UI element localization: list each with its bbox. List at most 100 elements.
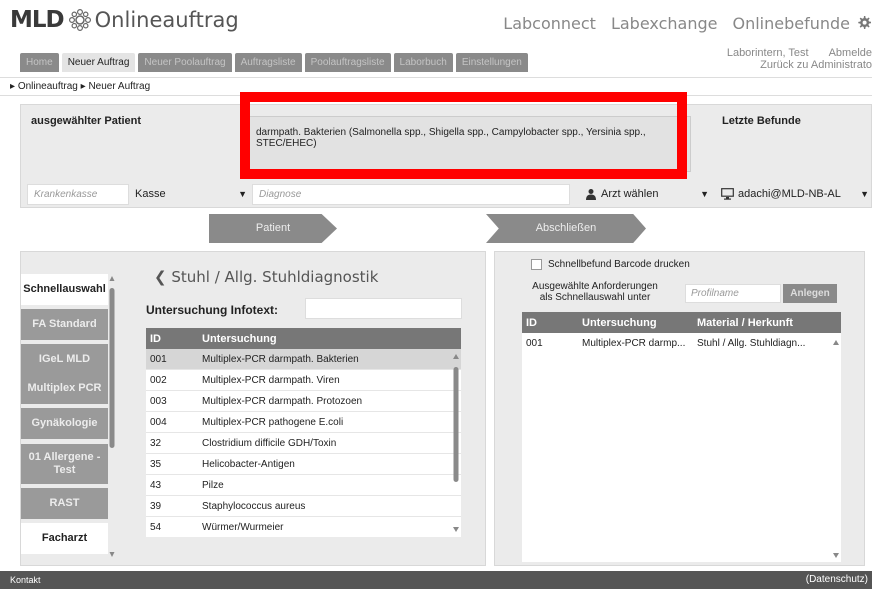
logo[interactable]: MLD Onlineauftrag bbox=[10, 5, 239, 35]
chevron-down-icon: ▼ bbox=[700, 189, 709, 199]
progress-steps: Patient Abschließen bbox=[0, 214, 872, 243]
table-row[interactable]: 004 Multiplex-PCR pathogene E.coli bbox=[146, 412, 461, 433]
row-name: Staphylococcus aureus bbox=[202, 500, 306, 512]
top-links: Labconnect Labexchange Onlinebefunde bbox=[503, 14, 850, 33]
tab-auftragsliste[interactable]: Auftragsliste bbox=[234, 53, 302, 72]
step-patient[interactable]: Patient bbox=[209, 214, 337, 243]
arzt-value: Arzt wählen bbox=[601, 188, 659, 200]
sidebar-item-facharzt[interactable]: Facharzt bbox=[21, 523, 108, 554]
table-header: ID Untersuchung Material / Herkunft bbox=[522, 312, 841, 333]
sidebar-item-multiplex-pcr[interactable]: Multiplex PCR bbox=[21, 373, 108, 404]
row-name: Multiplex-PCR pathogene E.coli bbox=[202, 416, 344, 428]
selection-scrollbar[interactable] bbox=[831, 336, 841, 562]
breadcrumb: ▸ Onlineauftrag ▸ Neuer Auftrag bbox=[0, 77, 872, 96]
patient-title: ausgewählter Patient bbox=[31, 115, 142, 127]
save-as-quickselect-label: Ausgewählte Anforderungen als Schnellaus… bbox=[532, 281, 658, 303]
row-name: Würmer/Wurmeier bbox=[202, 521, 284, 533]
diagnosis-textbox[interactable]: darmpath. Bakterien (Salmonella spp., Sh… bbox=[247, 116, 691, 172]
table-header: ID Untersuchung bbox=[146, 328, 461, 349]
tab-neuer-poolauftrag[interactable]: Neuer Poolauftrag bbox=[138, 53, 232, 72]
main-tabs: Home Neuer Auftrag Neuer Poolauftrag Auf… bbox=[20, 53, 528, 72]
tab-neuer-auftrag[interactable]: Neuer Auftrag bbox=[61, 53, 136, 72]
row-id: 35 bbox=[150, 458, 162, 470]
app-name: Onlineauftrag bbox=[94, 8, 239, 32]
infotext-input[interactable] bbox=[305, 298, 462, 319]
row-name: Clostridium difficile GDH/Toxin bbox=[202, 437, 337, 449]
user-name: Laborintern, Test bbox=[726, 47, 809, 59]
table-row[interactable]: 43 Pilze bbox=[146, 475, 461, 496]
category-title-text: Stuhl / Allg. Stuhldiagnostik bbox=[171, 268, 379, 286]
col-untersuchung: Untersuchung bbox=[582, 316, 657, 329]
table-row[interactable]: 003 Multiplex-PCR darmpath. Protozoen bbox=[146, 391, 461, 412]
table-row[interactable]: 35 Helicobacter-Antigen bbox=[146, 454, 461, 475]
table-row[interactable]: 001 Multiplex-PCR darmpath. Bakterien bbox=[146, 349, 461, 370]
link-onlinebefunde[interactable]: Onlinebefunde bbox=[732, 14, 850, 33]
patient-panel: ausgewählter Patient darmpath. Bakterien… bbox=[20, 104, 872, 208]
logout-link[interactable]: Abmelde bbox=[829, 47, 872, 59]
sidebar-item-fa-standard[interactable]: FA Standard bbox=[21, 309, 108, 340]
monitor-icon bbox=[721, 188, 734, 200]
table-row[interactable]: 001 Multiplex-PCR darmp... Stuhl / Allg.… bbox=[522, 333, 841, 354]
table-row[interactable]: 54 Würmer/Wurmeier bbox=[146, 517, 461, 537]
row-material: Stuhl / Allg. Stuhldiagn... bbox=[697, 338, 806, 349]
link-labconnect[interactable]: Labconnect bbox=[503, 14, 596, 33]
row-id: 003 bbox=[150, 395, 167, 407]
gear-icon[interactable] bbox=[856, 15, 872, 31]
network-logo-icon bbox=[68, 8, 91, 32]
breadcrumb-arrow-icon: ▸ bbox=[80, 81, 86, 92]
row-id: 004 bbox=[150, 416, 167, 428]
chevron-down-icon: ▼ bbox=[860, 189, 869, 199]
link-labexchange[interactable]: Labexchange bbox=[611, 14, 718, 33]
anlegen-button[interactable]: Anlegen bbox=[783, 284, 837, 303]
table-row[interactable]: 32 Clostridium difficile GDH/Toxin bbox=[146, 433, 461, 454]
tab-poolauftragsliste[interactable]: Poolauftragsliste bbox=[304, 53, 391, 72]
arzt-select[interactable]: Arzt wählen ▼ bbox=[585, 184, 709, 205]
row-name: Pilze bbox=[202, 479, 224, 491]
barcode-checkbox[interactable] bbox=[531, 259, 542, 270]
footer: Kontakt (Datenschutz) bbox=[0, 571, 872, 589]
category-title[interactable]: ❮ Stuhl / Allg. Stuhldiagnostik bbox=[154, 268, 378, 286]
row-name: Multiplex-PCR darmpath. Viren bbox=[202, 374, 340, 386]
sidebar-item-gynaekologie[interactable]: Gynäkologie bbox=[21, 408, 108, 439]
breadcrumb-item-onlineauftrag[interactable]: Onlineauftrag bbox=[18, 81, 78, 92]
examination-table: ID Untersuchung 001 Multiplex-PCR darmpa… bbox=[146, 328, 461, 537]
sidebar-item-igel-mld[interactable]: IGeL MLD bbox=[21, 344, 108, 375]
kasse-select[interactable]: Kasse ▼ bbox=[135, 184, 247, 205]
step-abschliessen[interactable]: Abschließen bbox=[486, 214, 646, 243]
back-chevron-icon[interactable]: ❮ bbox=[154, 268, 167, 286]
device-select[interactable]: adachi@MLD-NB-AL ▼ bbox=[721, 184, 869, 205]
device-value: adachi@MLD-NB-AL bbox=[738, 188, 841, 200]
row-id: 39 bbox=[150, 500, 162, 512]
logo-text: MLD bbox=[10, 7, 65, 33]
table-row[interactable]: 002 Multiplex-PCR darmpath. Viren bbox=[146, 370, 461, 391]
tab-laborbuch[interactable]: Laborbuch bbox=[393, 53, 453, 72]
datenschutz-link[interactable]: (Datenschutz) bbox=[806, 571, 868, 589]
table-row[interactable]: 39 Staphylococcus aureus bbox=[146, 496, 461, 517]
selected-requests-table: ID Untersuchung Material / Herkunft 001 … bbox=[522, 312, 841, 562]
table-scrollbar[interactable] bbox=[451, 349, 461, 537]
app-header: MLD Onlineauftrag Labconnect Labexchange… bbox=[0, 0, 872, 40]
breadcrumb-item-neuer-auftrag[interactable]: Neuer Auftrag bbox=[88, 81, 150, 92]
row-id: 001 bbox=[526, 338, 543, 349]
selection-panel: Schnellbefund Barcode drucken Ausgewählt… bbox=[494, 251, 865, 566]
row-name: Multiplex-PCR darmpath. Protozoen bbox=[202, 395, 363, 407]
row-id: 002 bbox=[150, 374, 167, 386]
examination-panel: Schnellauswahl FA Standard IGeL MLD Mult… bbox=[20, 251, 486, 566]
row-id: 001 bbox=[150, 353, 167, 365]
profile-name-input[interactable]: Profilname bbox=[685, 284, 781, 303]
tab-home[interactable]: Home bbox=[20, 53, 59, 72]
sidebar-item-schnellauswahl[interactable]: Schnellauswahl bbox=[21, 274, 108, 305]
user-info: Laborintern, Test Abmelde Zurück zu Admi… bbox=[727, 47, 872, 71]
tab-einstellungen[interactable]: Einstellungen bbox=[455, 53, 528, 72]
kasse-value: Kasse bbox=[135, 188, 166, 200]
sidebar-scrollbar[interactable] bbox=[108, 274, 116, 559]
krankenkasse-input[interactable]: Krankenkasse bbox=[27, 184, 129, 205]
kontakt-link[interactable]: Kontakt bbox=[10, 575, 41, 585]
back-to-admin-link[interactable]: Zurück zu Administrato bbox=[727, 59, 872, 71]
infotext-label: Untersuchung Infotext: bbox=[146, 303, 278, 317]
row-id: 54 bbox=[150, 521, 162, 533]
diagnose-input[interactable]: Diagnose bbox=[252, 184, 570, 205]
sidebar-item-allergene-test[interactable]: 01 Allergene - Test bbox=[21, 444, 108, 484]
barcode-label[interactable]: Schnellbefund Barcode drucken bbox=[548, 259, 690, 270]
sidebar-item-rast[interactable]: RAST bbox=[21, 488, 108, 519]
